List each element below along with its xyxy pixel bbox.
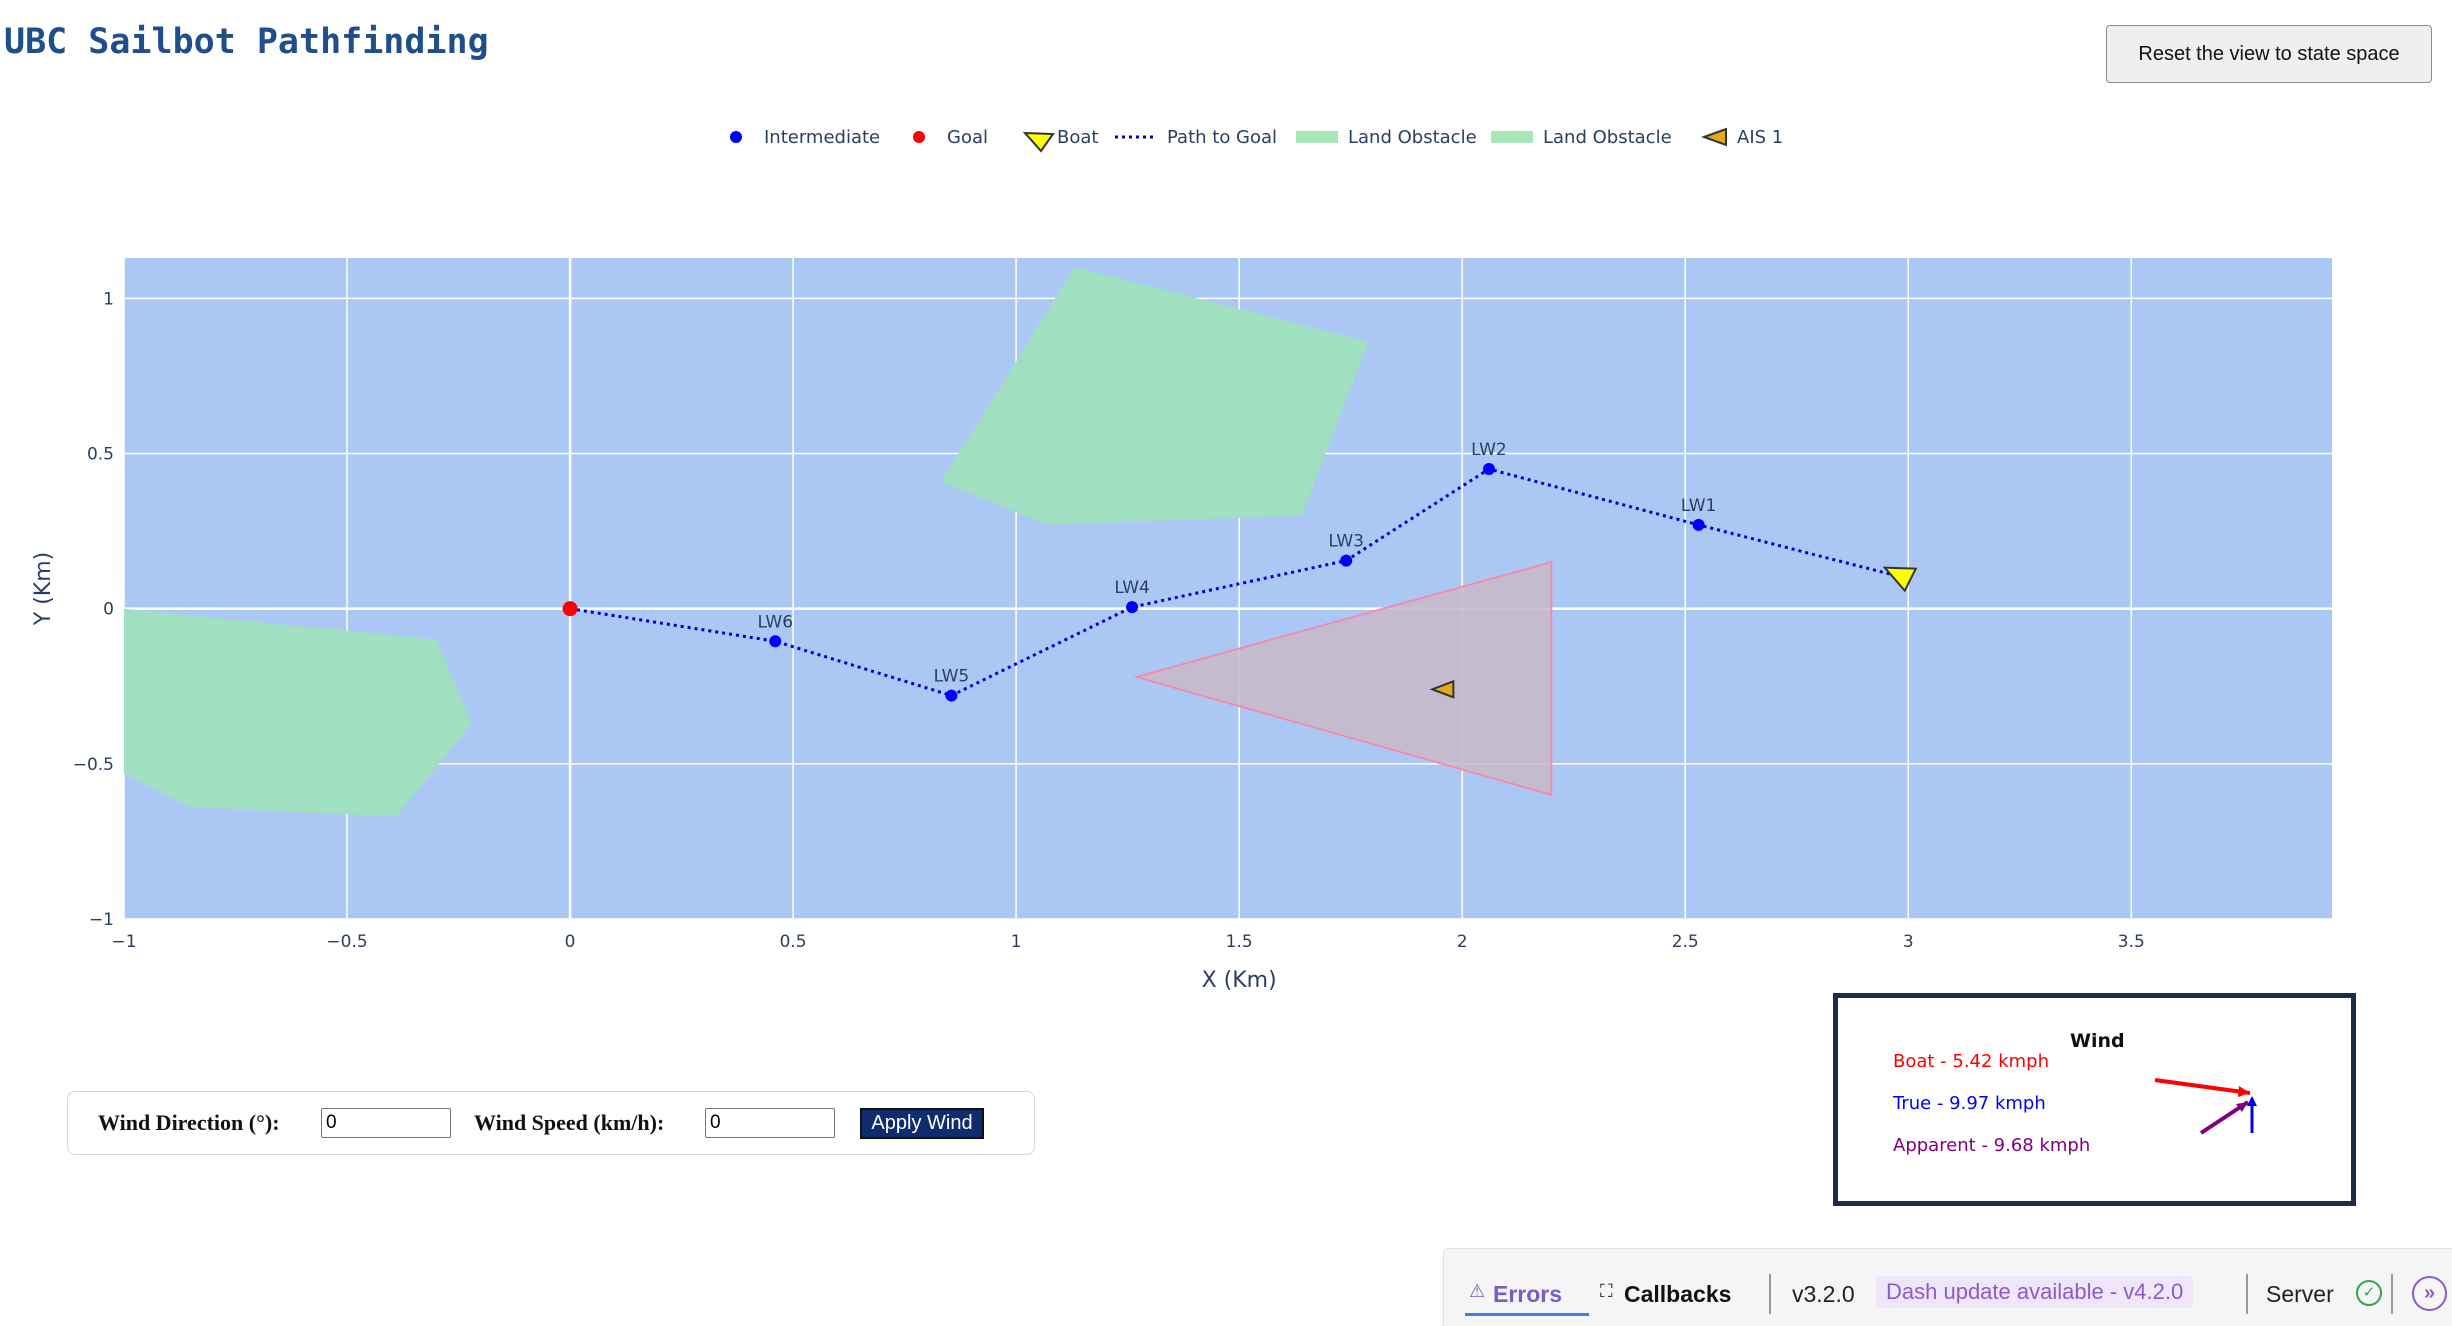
waypoint-label: LW4	[1114, 578, 1150, 598]
x-tick-label: 2.5	[1672, 932, 1699, 952]
wind-controls-panel: Wind Direction (°): Wind Speed (km/h): A…	[67, 1091, 1035, 1155]
warning-icon: ⚠	[1469, 1281, 1486, 1301]
legend-label: Land Obstacle	[1543, 127, 1672, 148]
y-tick-label: −1	[89, 910, 114, 930]
callbacks-label: Callbacks	[1624, 1281, 1732, 1307]
boat-wind-arrow	[2154, 1078, 2251, 1095]
errors-tab[interactable]: ⚠ Errors	[1465, 1277, 1589, 1316]
intermediate-waypoint	[1126, 601, 1139, 614]
legend-label: Path to Goal	[1167, 127, 1277, 148]
wind-vector-diagram	[2154, 1078, 2257, 1135]
legend-label: AIS 1	[1737, 127, 1783, 148]
waypoint-label: LW3	[1328, 532, 1364, 552]
x-tick-label: 1	[1011, 932, 1022, 952]
legend-dot-icon	[913, 131, 925, 143]
y-tick-label: 0	[103, 600, 114, 620]
divider	[2391, 1274, 2393, 1314]
wind-panel: Wind Boat - 5.42 kmph True - 9.97 kmph A…	[1833, 993, 2356, 1206]
legend-fill-icon	[1491, 131, 1533, 143]
legend-item[interactable]: Goal	[913, 127, 988, 148]
server-label: Server	[2266, 1281, 2334, 1307]
intermediate-waypoint	[1482, 463, 1495, 476]
legend-label: Boat	[1057, 127, 1098, 148]
land-obstacle	[124, 608, 472, 817]
legend-item[interactable]: Land Obstacle	[1491, 127, 1672, 148]
legend-dot-icon	[730, 131, 742, 143]
y-tick-label: 1	[103, 289, 114, 309]
update-available-badge[interactable]: Dash update available - v4.2.0	[1876, 1276, 2194, 1308]
goal-marker	[562, 601, 578, 617]
legend-label: Goal	[947, 127, 988, 148]
apply-wind-button[interactable]: Apply Wind	[860, 1108, 984, 1139]
waypoint-label: LW2	[1471, 440, 1507, 460]
waypoint-label: LW1	[1681, 496, 1717, 516]
x-tick-label: 0.5	[780, 932, 807, 952]
wind-speed-label: Wind Speed (km/h):	[474, 1110, 665, 1135]
expand-icon[interactable]: »	[2412, 1276, 2447, 1311]
y-tick-label: 0.5	[87, 445, 114, 465]
y-axis-title: Y (Km)	[31, 552, 56, 626]
x-axis-title: X (Km)	[1202, 968, 1277, 990]
legend-item[interactable]: Boat	[1022, 127, 1098, 153]
legend-item[interactable]: Intermediate	[730, 127, 880, 148]
x-tick-label: 3.5	[2118, 932, 2145, 952]
legend-boat-icon	[1022, 131, 1055, 153]
legend-fill-icon	[1296, 131, 1338, 143]
y-tick-label: −0.5	[73, 755, 114, 775]
divider	[2246, 1274, 2248, 1314]
intermediate-waypoint	[945, 689, 958, 702]
divider	[1769, 1274, 1771, 1314]
intermediate-waypoint	[769, 635, 782, 648]
legend-item[interactable]: Land Obstacle	[1296, 127, 1477, 148]
version-label: v3.2.0	[1792, 1281, 1855, 1307]
wind-speed-input[interactable]	[705, 1108, 835, 1138]
x-tick-label: 3	[1903, 932, 1914, 952]
x-tick-label: 0	[565, 932, 576, 952]
legend-label: Intermediate	[764, 127, 880, 148]
wind-direction-input[interactable]	[321, 1108, 451, 1138]
callbacks-icon: ⛶	[1600, 1281, 1613, 1301]
server-ok-icon: ✓	[2356, 1280, 2382, 1306]
errors-label: Errors	[1493, 1281, 1563, 1307]
legend-label: Land Obstacle	[1348, 127, 1477, 148]
x-tick-label: −0.5	[326, 932, 367, 952]
dash-debug-bar: ⚠ Errors ⛶ Callbacks v3.2.0 Dash update …	[1443, 1248, 2452, 1326]
x-tick-label: 2	[1457, 932, 1468, 952]
legend-ais-icon	[1701, 127, 1727, 147]
legend-item[interactable]: Path to Goal	[1115, 127, 1277, 148]
intermediate-waypoint	[1692, 518, 1705, 531]
intermediate-waypoint	[1340, 554, 1353, 567]
x-tick-label: 1.5	[1226, 932, 1253, 952]
waypoint-label: LW5	[934, 667, 970, 687]
wind-direction-label: Wind Direction (°):	[98, 1110, 280, 1135]
legend-item[interactable]: AIS 1	[1701, 127, 1783, 148]
x-tick-label: −1	[111, 932, 136, 952]
pathfinding-plot[interactable]: −1 −0.5 0 0.5 1 1.5 2 2.5 3 3.5 −1 −0.5 0 0.5 1 X (Km) Y…	[0, 0, 2452, 990]
waypoint-label: LW6	[757, 612, 793, 632]
